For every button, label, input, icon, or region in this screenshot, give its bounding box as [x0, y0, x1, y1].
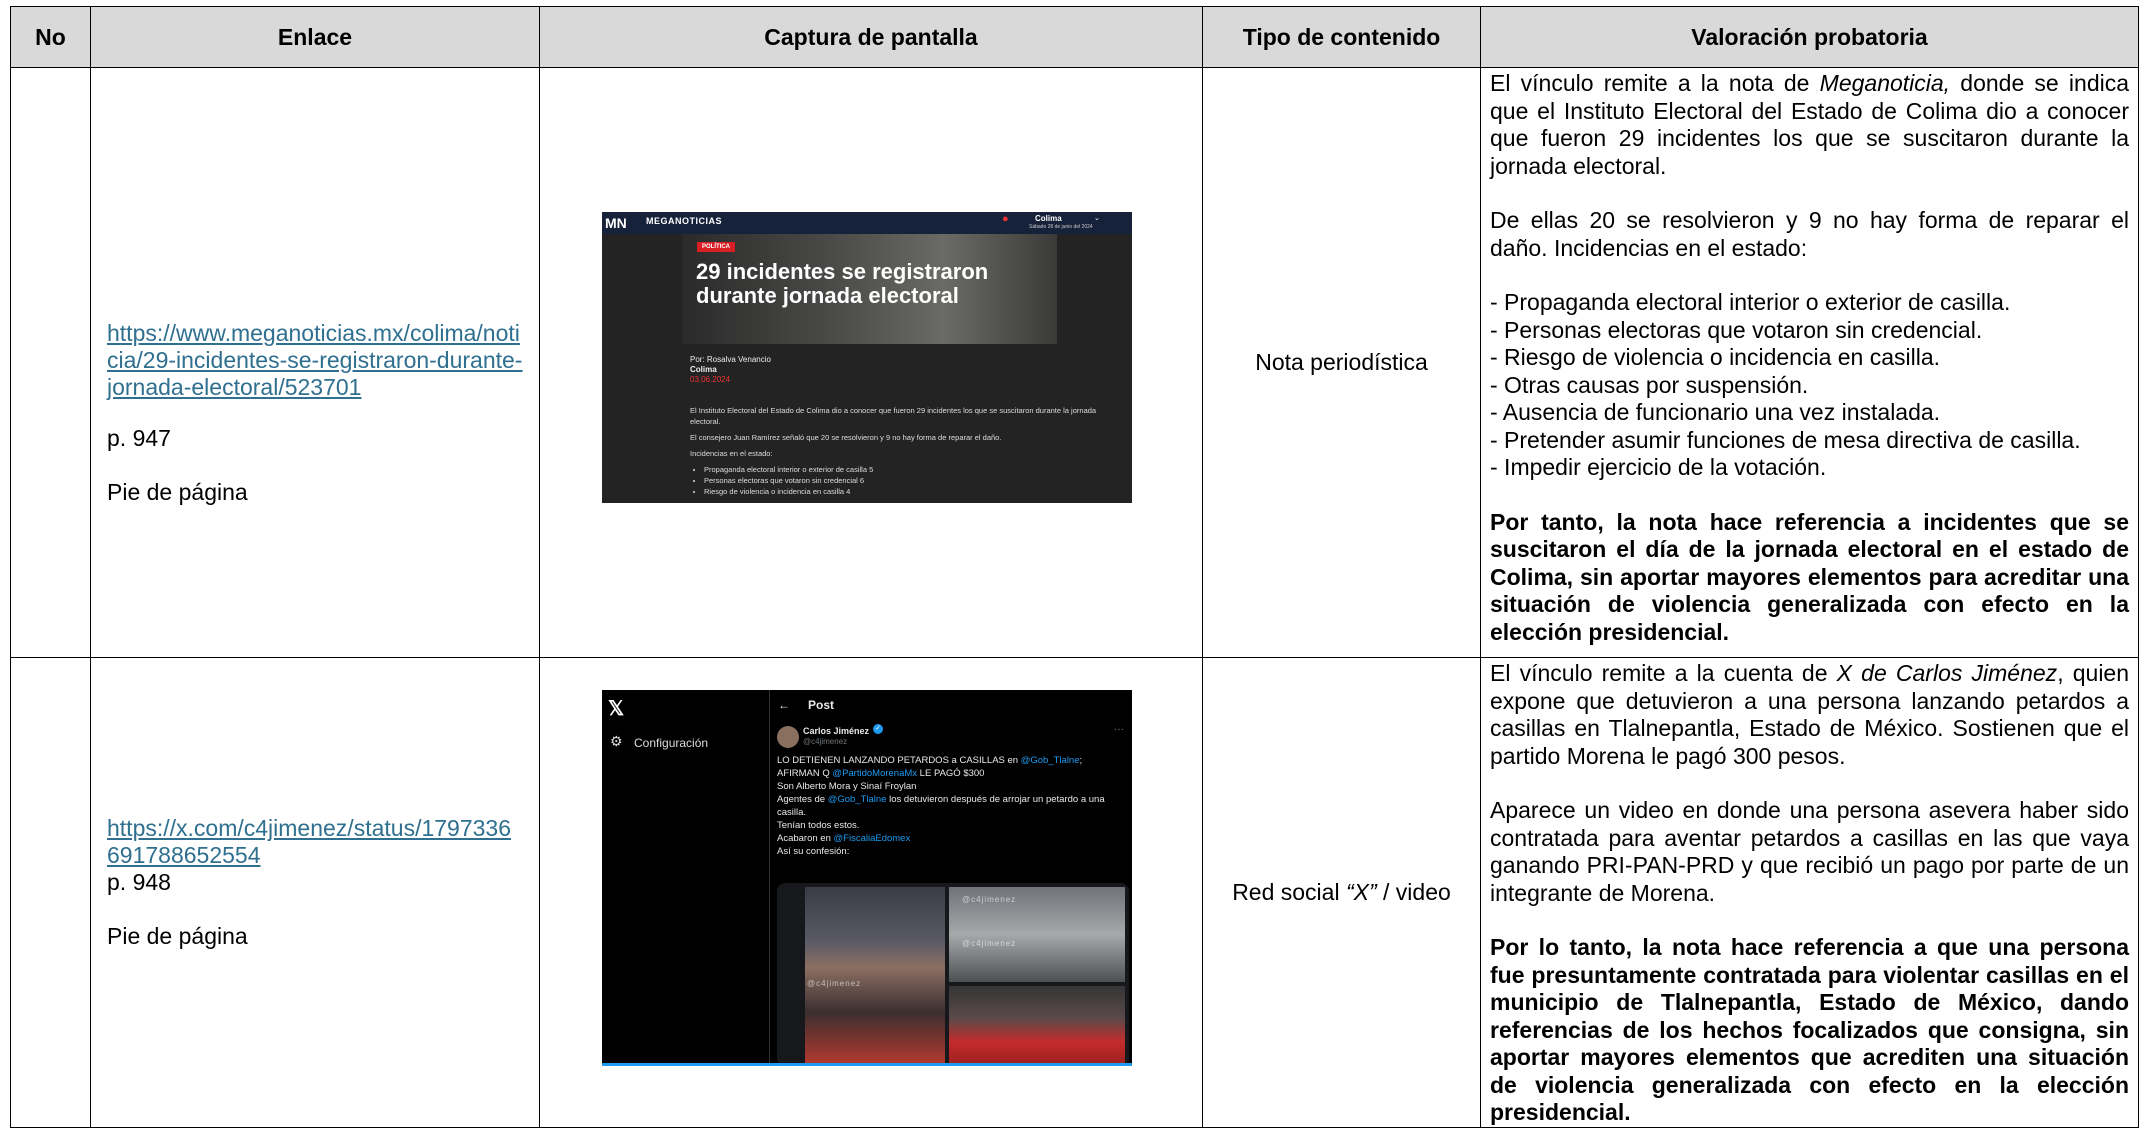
back-arrow-icon: ←	[778, 698, 790, 712]
header-valoracion: Valoración probatoria	[1480, 6, 2139, 68]
assessment-intro: El vínculo remite a la nota de Meganotic…	[1490, 70, 2130, 179]
header-no: No	[10, 6, 91, 68]
article-headline: 29 incidentes se registraron durante jor…	[696, 259, 989, 308]
column-divider	[769, 690, 770, 1066]
article-date: 03.06.2024	[690, 375, 731, 384]
avatar	[777, 726, 799, 748]
chevron-down-icon: ⌄	[1094, 215, 1100, 222]
evidence-link[interactable]: https://x.com/c4jimenez/status/179733669…	[107, 815, 523, 869]
header-enlace: Enlace	[90, 6, 540, 68]
article-meta: Por: Rosalva Venancio Colima 03.06.2024	[690, 355, 771, 385]
section-tag: POLÍTICA	[697, 242, 735, 252]
article-bullet: Propaganda electoral interior o exterior…	[704, 464, 1120, 475]
screenshot-x-post: 𝕏 ⚙ Configuración ← Post ··· Carlos Jimé…	[602, 690, 1132, 1066]
location-pin-icon: ●	[1002, 213, 1009, 225]
progress-bar	[602, 1063, 1132, 1066]
verified-icon: ✓	[873, 724, 883, 734]
more-icon: ···	[1114, 724, 1124, 735]
article-bullet: Riesgo de violencia o incidencia en casi…	[704, 486, 1120, 497]
link-cell: https://x.com/c4jimenez/status/179733669…	[90, 657, 540, 1128]
site-date: Sábado 28 de junio del 2024	[1029, 224, 1093, 230]
footnote-label: Pie de página	[107, 479, 248, 505]
link-cell: https://www.meganoticias.mx/colima/notic…	[90, 67, 540, 658]
content-type: Red social “X” / video	[1232, 878, 1451, 905]
content-type-cell: Nota periodística	[1202, 67, 1481, 658]
content-type-cell: Red social “X” / video	[1202, 657, 1481, 1128]
user-name: Carlos Jiménez	[803, 726, 870, 736]
article-paragraph: El consejero Juan Ramírez señaló que 20 …	[690, 433, 1002, 442]
list-item: - Otras causas por suspensión.	[1490, 371, 1809, 398]
screenshot-cell: MN MEGANOTICIAS ● Colima Sábado 28 de ju…	[539, 67, 1203, 658]
content-type: Nota periodística	[1255, 349, 1428, 375]
site-city: Colima	[1035, 214, 1062, 223]
list-item: - Impedir ejercicio de la votación.	[1490, 454, 1827, 480]
tweet-text: LO DETIENEN LANZANDO PETARDOS a CASILLAS…	[777, 755, 1105, 857]
page-ref: p. 948	[107, 869, 171, 895]
list-item: - Ausencia de funcionario una vez instal…	[1490, 399, 1941, 425]
table-row: https://www.meganoticias.mx/colima/notic…	[10, 67, 2139, 658]
article-bullet: Personas electoras que votaron sin crede…	[704, 475, 1120, 486]
evidence-link[interactable]: https://www.meganoticias.mx/colima/notic…	[107, 320, 523, 401]
header-tipo: Tipo de contenido	[1202, 6, 1481, 68]
user-handle: @c4jimenez	[803, 737, 848, 746]
screenshot-meganoticias: MN MEGANOTICIAS ● Colima Sábado 28 de ju…	[602, 212, 1132, 503]
x-logo-icon: 𝕏	[608, 698, 625, 720]
article-paragraph: Incidencias en el estado:	[690, 449, 773, 458]
article-paragraph: El Instituto Electoral del Estado de Col…	[690, 406, 1097, 426]
table-row: https://x.com/c4jimenez/status/179733669…	[10, 657, 2139, 1128]
watermark: @c4jimenez	[807, 979, 862, 988]
watermark: @c4jimenez	[962, 895, 1017, 904]
assessment-paragraph: De ellas 20 se resolvieron y 9 no hay fo…	[1490, 207, 2129, 261]
assessment-cell: El vínculo remite a la nota de Meganotic…	[1480, 67, 2139, 658]
video-frame	[949, 986, 1125, 1066]
settings-label: Configuración	[634, 736, 709, 750]
article-place: Colima	[690, 365, 717, 374]
gear-icon: ⚙	[610, 733, 623, 749]
assessment-conclusion: Por lo tanto, la nota hace referencia a …	[1490, 934, 2129, 1125]
page-ref: p. 947	[107, 425, 171, 451]
assessment-cell: El vínculo remite a la cuenta de X de Ca…	[1480, 657, 2139, 1128]
assessment-paragraph: Aparece un video en donde una persona as…	[1490, 797, 2129, 906]
list-item: - Propaganda electoral interior o exteri…	[1490, 289, 2011, 315]
list-item: - Personas electoras que votaron sin cre…	[1490, 316, 1983, 343]
article-body: El Instituto Electoral del Estado de Col…	[690, 405, 1120, 497]
footnote-label: Pie de página	[107, 923, 248, 949]
watermark: @c4jimenez	[962, 939, 1017, 948]
list-item: - Pretender asumir funciones de mesa dir…	[1490, 426, 2081, 453]
post-title: Post	[808, 698, 835, 712]
row-number-cell	[10, 657, 91, 1128]
screenshot-cell: 𝕏 ⚙ Configuración ← Post ··· Carlos Jimé…	[539, 657, 1203, 1128]
article-author: Por: Rosalva Venancio	[690, 355, 771, 364]
assessment-intro: El vínculo remite a la cuenta de X de Ca…	[1490, 660, 2130, 769]
tweet-media[interactable]: @c4jimenez @c4jimenez @c4jimenez	[777, 883, 1129, 1066]
assessment-conclusion: Por tanto, la nota hace referencia a inc…	[1490, 508, 2129, 645]
header-captura: Captura de pantalla	[539, 6, 1203, 68]
evidence-table: No Enlace Captura de pantalla Tipo de co…	[10, 6, 2139, 1128]
meganoticias-logo: MN	[605, 215, 627, 231]
incident-list: - Propaganda electoral interior o exteri…	[1490, 289, 2129, 482]
header-row: No Enlace Captura de pantalla Tipo de co…	[10, 6, 2139, 68]
list-item: - Riesgo de violencia o incidencia en ca…	[1490, 344, 1941, 370]
video-frame	[805, 887, 945, 1066]
row-number-cell	[10, 67, 91, 658]
site-brand: MEGANOTICIAS	[646, 216, 723, 226]
